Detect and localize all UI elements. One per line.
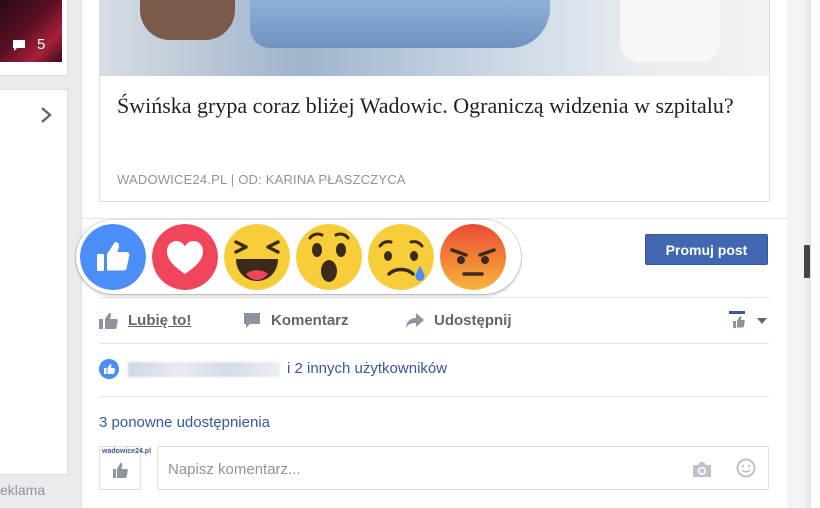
left-panel-block xyxy=(0,253,68,365)
comment-count: 5 xyxy=(37,36,46,53)
right-sidebar-edge xyxy=(810,0,820,508)
commenter-avatar[interactable]: wadowice24.pl xyxy=(99,446,151,490)
thumbs-up-icon xyxy=(99,313,118,329)
comment-composer: wadowice24.pl xyxy=(99,446,769,492)
comment-input[interactable] xyxy=(166,457,670,481)
ad-label: eklama xyxy=(0,482,46,498)
surprised-face-icon[interactable] xyxy=(296,224,362,290)
laughing-face-icon[interactable] xyxy=(224,224,290,290)
link-preview-image[interactable] xyxy=(100,0,769,76)
angry-face-icon[interactable] xyxy=(440,224,506,290)
likes-others-count[interactable]: i 2 innych użytkowników xyxy=(287,360,447,377)
shares-count-text[interactable]: 3 ponowne udostępnienia xyxy=(99,414,270,431)
page-avatar-icon xyxy=(727,310,751,330)
link-title[interactable]: Świńska grypa coraz bliżej Wadowic. Ogra… xyxy=(117,90,737,121)
left-panel-block xyxy=(0,141,68,254)
camera-icon[interactable] xyxy=(691,461,713,478)
post-actions: Lubię to! Komentarz Udostępnij xyxy=(99,297,769,344)
link-preview-card[interactable]: Świńska grypa coraz bliżej Wadowic. Ogra… xyxy=(99,0,770,202)
like-reaction-icon[interactable] xyxy=(80,224,146,290)
chevron-right-icon[interactable] xyxy=(39,106,53,124)
redacted-names xyxy=(128,362,280,377)
scroll-track[interactable] xyxy=(787,0,805,508)
crying-face-icon[interactable] xyxy=(368,224,434,290)
next-nav-box[interactable] xyxy=(0,89,68,143)
left-panel-block xyxy=(0,364,68,475)
likes-summary[interactable]: i 2 innych użytkowników xyxy=(99,352,769,386)
left-sidebar: 5 eklama xyxy=(0,0,68,508)
post-audience-selector[interactable] xyxy=(727,298,769,343)
reactions-picker xyxy=(76,220,521,294)
like-label: Lubię to! xyxy=(128,312,192,329)
comment-input-box[interactable] xyxy=(157,446,769,490)
avatar-brand-text: wadowice24.pl xyxy=(102,448,152,455)
comment-button[interactable]: Komentarz xyxy=(243,298,393,343)
page-like-logo-icon xyxy=(113,463,128,478)
comment-icon xyxy=(244,313,260,328)
share-arrow-icon xyxy=(406,313,424,328)
emoji-smiley-icon[interactable] xyxy=(736,458,756,478)
thumbnail-image[interactable]: 5 xyxy=(0,0,62,62)
promote-post-button[interactable]: Promuj post xyxy=(645,234,768,265)
comment-bubble-icon xyxy=(13,40,25,51)
share-button[interactable]: Udostępnij xyxy=(405,298,545,343)
video-thumbnail-card[interactable]: 5 xyxy=(0,0,68,76)
like-reaction-icon xyxy=(99,359,119,379)
comment-label: Komentarz xyxy=(271,312,349,329)
caret-down-icon xyxy=(757,318,767,324)
love-reaction-icon[interactable] xyxy=(152,224,218,290)
like-button[interactable]: Lubię to! xyxy=(99,298,219,343)
share-label: Udostępnij xyxy=(434,312,512,329)
link-source: WADOWICE24.PL | OD: KARINA PŁASZCZYCA xyxy=(117,172,406,187)
shares-summary[interactable]: 3 ponowne udostępnienia xyxy=(99,396,769,442)
